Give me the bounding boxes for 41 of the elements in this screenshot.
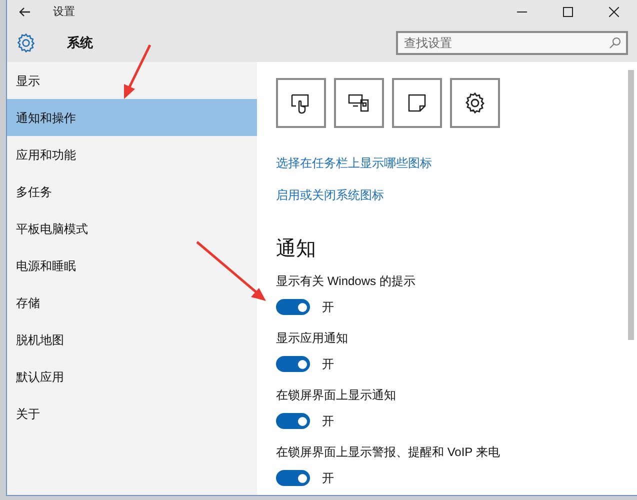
section-heading: 通知	[276, 237, 316, 262]
settings-link[interactable]: 启用或关闭系统图标	[276, 186, 384, 204]
search-icon	[609, 37, 621, 49]
settings-icon	[463, 91, 487, 115]
toggle-label: 显示有关 Windows 的提示	[276, 273, 416, 290]
maximize-icon	[563, 7, 573, 17]
settings-link[interactable]: 选择在任务栏上显示哪些图标	[276, 154, 432, 172]
toggle-label: 在锁屏界面上显示警报、提醒和 VoIP 来电	[276, 444, 500, 461]
sidebar-item[interactable]: 应用和功能	[7, 136, 257, 173]
sidebar-item[interactable]: 关于	[7, 395, 257, 432]
window-title: 设置	[53, 4, 75, 20]
sidebar-item[interactable]: 通知和操作	[7, 99, 257, 136]
sidebar-item[interactable]: 多任务	[7, 173, 257, 210]
toggle-state: 开	[322, 299, 334, 316]
quick-action-tile[interactable]	[392, 78, 442, 128]
sidebar-item[interactable]: 默认应用	[7, 358, 257, 395]
quick-action-tile[interactable]	[334, 78, 384, 128]
sidebar-item[interactable]: 存储	[7, 284, 257, 321]
toggle-state: 开	[322, 356, 334, 373]
settings-icon	[15, 32, 37, 54]
sidebar-item[interactable]: 显示	[7, 62, 257, 99]
toggle-switch[interactable]	[276, 413, 310, 429]
close-icon	[609, 7, 619, 17]
annotation-arrow	[124, 44, 152, 99]
toggle-label: 在锁屏界面上显示通知	[276, 387, 396, 404]
page-title: 系统	[67, 34, 93, 52]
sidebar-item[interactable]: 脱机地图	[7, 321, 257, 358]
sidebar-item[interactable]: 电源和睡眠	[7, 247, 257, 284]
toggle-switch[interactable]	[276, 356, 310, 372]
back-arrow-icon	[19, 6, 31, 18]
toggle-switch[interactable]	[276, 299, 310, 315]
minimize-icon	[517, 11, 527, 13]
annotation-arrow	[196, 241, 266, 301]
toggle-state: 开	[322, 470, 334, 487]
search-field[interactable]: 查找设置	[396, 31, 628, 55]
toggle-switch[interactable]	[276, 470, 310, 486]
quick-action-tile[interactable]	[450, 78, 500, 128]
toggle-label: 显示应用通知	[276, 330, 348, 347]
toggle-state: 开	[322, 413, 334, 430]
quick-action-tile[interactable]	[276, 78, 326, 128]
sidebar-item[interactable]: 平板电脑模式	[7, 210, 257, 247]
